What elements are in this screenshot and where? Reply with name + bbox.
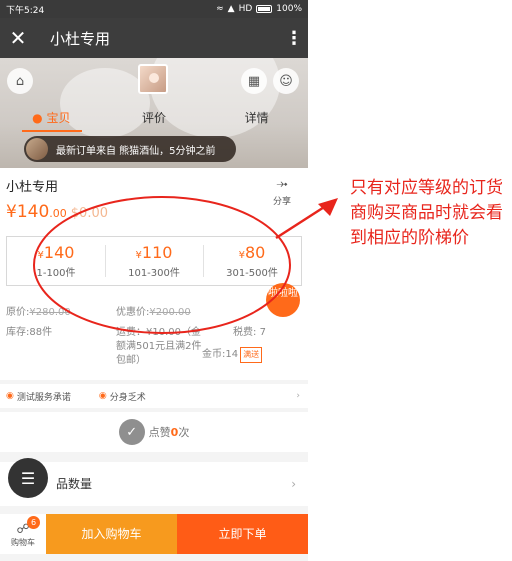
service-icon: ◉ bbox=[98, 391, 107, 401]
close-icon[interactable]: ✕ bbox=[0, 26, 36, 50]
phone-screen: 下午5:24 ≈ ▲ HD 100% ✕ 小杜专用 ⋮ ⌂ ▦ ☺ ● 宝贝 评… bbox=[0, 0, 308, 561]
cart-count-badge: 6 bbox=[27, 516, 40, 529]
annotation-arrow-head bbox=[318, 198, 338, 216]
service-promises[interactable]: ◉ 测试服务承诺 ◉ 分身乏术 › bbox=[0, 384, 308, 408]
stock: 库存:88件 bbox=[6, 327, 53, 338]
add-to-cart-button[interactable]: 加入购物车 bbox=[46, 514, 177, 554]
product-tabs: ● 宝贝 评价 详情 bbox=[0, 106, 308, 130]
page-title: 小杜专用 bbox=[50, 29, 111, 48]
tier-price-item[interactable]: ¥110 101-300件 bbox=[105, 237, 203, 285]
original-price: 原价:¥280.00 bbox=[6, 307, 71, 318]
service-icon: ◉ bbox=[6, 391, 14, 401]
home-icon[interactable]: ⌂ bbox=[7, 68, 33, 94]
user-icon[interactable]: ☺ bbox=[273, 68, 299, 94]
share-icon: ⤞ bbox=[276, 176, 288, 192]
product-price: ¥140.00 $0.00 bbox=[6, 202, 108, 222]
location-pin-icon: ● bbox=[32, 111, 43, 125]
product-hero: ⌂ ▦ ☺ ● 宝贝 评价 详情 最新订单来自 熊猫酒仙，5分钟之前 bbox=[0, 58, 308, 168]
product-name: 小杜专用 bbox=[6, 180, 59, 195]
chevron-right-icon: › bbox=[296, 391, 300, 401]
buy-now-button[interactable]: 立即下单 bbox=[177, 514, 308, 554]
status-time: 下午5:24 bbox=[6, 5, 45, 16]
coin-reward: 金币:14 满送 bbox=[202, 347, 263, 363]
recent-order-notice: 最新订单来自 熊猫酒仙，5分钟之前 bbox=[24, 136, 236, 162]
shipping-fee: 运费：¥10.00（金额满501元且满2件包邮） bbox=[116, 327, 202, 366]
active-tab-indicator bbox=[22, 130, 82, 132]
coin-tag: 满送 bbox=[240, 347, 263, 363]
network-label: HD bbox=[238, 4, 253, 14]
cart-button[interactable]: 6 ☍ 购物车 bbox=[0, 514, 46, 554]
chevron-right-icon: › bbox=[291, 477, 296, 491]
status-bar: 下午5:24 ≈ ▲ HD 100% bbox=[0, 0, 308, 18]
tier-prices: ¥140 1-100件 ¥110 101-300件 ¥80 301-500件 bbox=[6, 236, 302, 286]
title-bar: ✕ 小杜专用 ⋮ bbox=[0, 18, 308, 58]
signal-icon: ▲ bbox=[227, 4, 235, 14]
promo-badge: 啦啦啦 bbox=[266, 283, 300, 317]
buyer-avatar bbox=[26, 138, 48, 160]
more-vertical-icon[interactable]: ⋮ bbox=[280, 28, 308, 49]
tab-details[interactable]: 详情 bbox=[205, 106, 308, 130]
promo-price: 优惠价:¥200.00 bbox=[116, 307, 191, 318]
tax-fee: 税费: 7 bbox=[233, 327, 266, 338]
like-section: ✓ 点赞 0 次 bbox=[0, 412, 308, 452]
bottom-action-bar: 6 ☍ 购物车 加入购物车 立即下单 bbox=[0, 514, 308, 554]
tab-reviews[interactable]: 评价 bbox=[103, 106, 206, 130]
product-info: 小杜专用 ⤞ 分享 ¥140.00 $0.00 ¥140 1-100件 ¥110 … bbox=[0, 168, 308, 380]
battery-icon bbox=[256, 5, 273, 13]
grid-icon[interactable]: ▦ bbox=[241, 68, 267, 94]
tier-price-item[interactable]: ¥80 301-500件 bbox=[203, 237, 301, 285]
tab-item[interactable]: ● 宝贝 bbox=[0, 106, 103, 130]
annotation-text: 只有对应等级的订货商购买商品时就会看到相应的阶梯价 bbox=[350, 178, 503, 248]
battery-label: 100% bbox=[276, 4, 302, 14]
share-button[interactable]: ⤞ 分享 bbox=[268, 176, 296, 207]
alt-price: $0.00 bbox=[70, 206, 108, 221]
menu-search-icon[interactable]: ☰ bbox=[8, 458, 48, 498]
thumbs-up-icon[interactable]: ✓ bbox=[118, 419, 145, 445]
tier-price-item[interactable]: ¥140 1-100件 bbox=[7, 237, 105, 285]
wifi-icon: ≈ bbox=[216, 4, 224, 14]
shop-avatar[interactable] bbox=[138, 64, 168, 94]
